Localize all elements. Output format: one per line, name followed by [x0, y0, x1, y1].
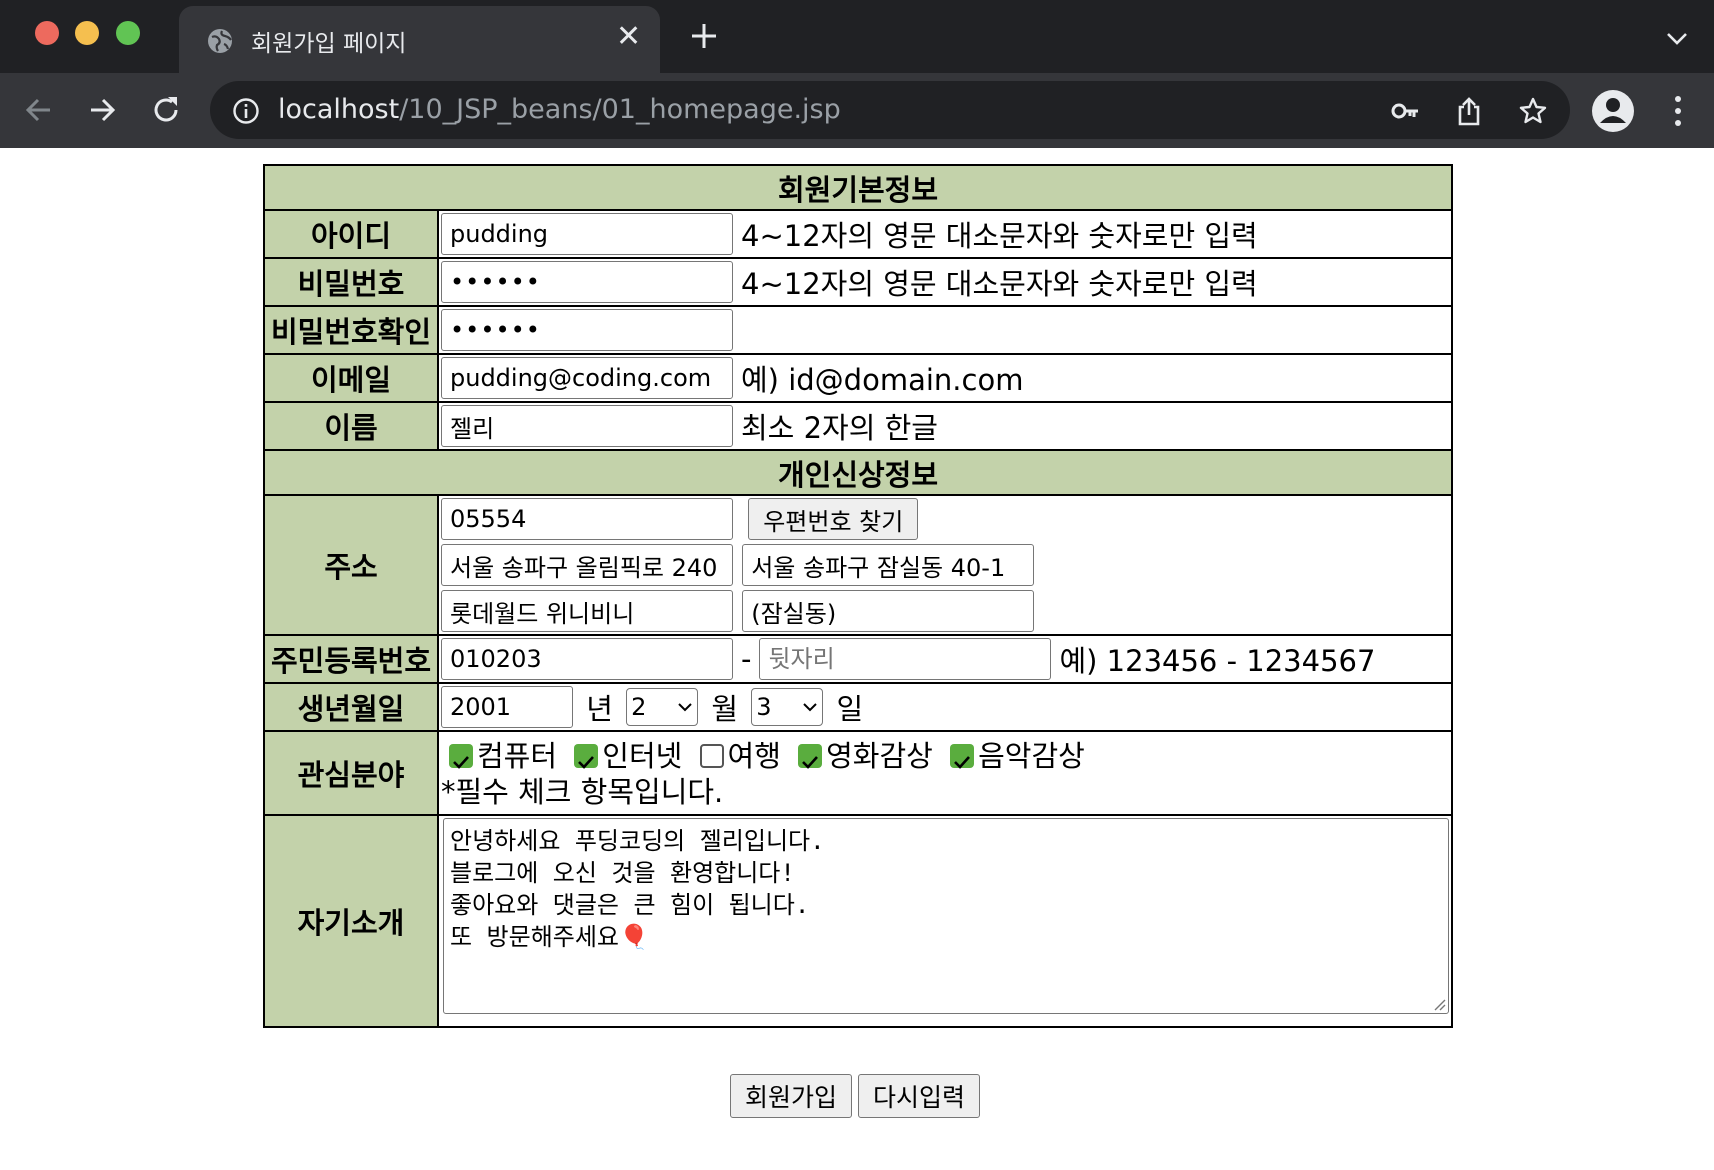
interest-checkbox-travel[interactable] — [699, 744, 724, 768]
browser-tab[interactable]: 회원가입 페이지 ✕ — [179, 6, 660, 73]
label-birth: 생년월일 — [263, 682, 439, 732]
interest-options: 컴퓨터 인터넷 여행 영화감상 음악감상 — [441, 734, 1451, 774]
password-hint: 4~12자의 영문 대소문자와 숫자로만 입력 — [741, 267, 1258, 301]
interest-checkbox-movie[interactable] — [798, 744, 823, 769]
bookmark-star-icon[interactable] — [1518, 96, 1548, 126]
year-suffix: 년 — [586, 692, 613, 726]
section-basic-info: 회원기본정보 — [263, 164, 1453, 211]
label-password: 비밀번호 — [263, 257, 439, 307]
month-suffix: 월 — [711, 692, 739, 726]
chevron-down-icon — [803, 703, 817, 712]
url-text: localhost/10_JSP_beans/01_homepage.jsp — [278, 94, 841, 125]
browser-tab-bar: 회원가입 페이지 ✕ — [0, 0, 1714, 73]
interests-cell: 컴퓨터 인터넷 여행 영화감상 음악감상 *필수 체크 항목입니다. — [437, 730, 1453, 816]
address-bar[interactable]: localhost/10_JSP_beans/01_homepage.jsp — [210, 81, 1570, 139]
label-name: 이름 — [263, 401, 439, 451]
birth-day-select[interactable]: 3 — [751, 688, 824, 726]
label-email: 이메일 — [263, 353, 439, 403]
address-cell: 우편번호 찾기 — [437, 494, 1453, 636]
new-tab-icon[interactable] — [688, 20, 720, 52]
section-personal-info: 개인신상정보 — [263, 449, 1453, 496]
email-hint: 예) id@domain.com — [741, 363, 1024, 397]
extra-address-input[interactable] — [742, 590, 1035, 632]
name-cell: 최소 2자의 한글 — [437, 401, 1453, 451]
ssn-cell: - 예) 123456 - 1234567 — [437, 634, 1453, 684]
label-ssn: 주민등록번호 — [263, 634, 439, 684]
interest-checkbox-music[interactable] — [950, 744, 975, 769]
interest-checkbox-computer[interactable] — [449, 744, 473, 769]
profile-avatar[interactable] — [1592, 90, 1634, 132]
password-confirm-cell — [437, 305, 1453, 355]
key-icon[interactable] — [1390, 96, 1420, 126]
password-confirm-input[interactable] — [441, 309, 733, 351]
close-tab-icon[interactable]: ✕ — [616, 22, 641, 52]
id-hint: 4~12자의 영문 대소문자와 숫자로만 입력 — [741, 219, 1258, 253]
birth-cell: 년 2 월 3 일 — [437, 682, 1453, 732]
close-window-button[interactable] — [35, 21, 59, 45]
resize-handle-icon[interactable] — [1430, 995, 1446, 1011]
road-address-input[interactable] — [441, 544, 733, 586]
birth-day-value: 3 — [756, 693, 772, 721]
tab-title: 회원가입 페이지 — [251, 31, 407, 57]
intro-cell: 안녕하세요 푸딩코딩의 젤리입니다. 블로그에 오신 것을 환영합니다! 좋아요… — [437, 814, 1453, 1028]
birth-year-input[interactable] — [441, 686, 573, 728]
reset-button[interactable]: 다시입력 — [858, 1074, 981, 1118]
ssn-back-input[interactable] — [759, 638, 1052, 680]
ssn-dash: - — [741, 642, 752, 676]
submit-button[interactable]: 회원가입 — [730, 1074, 853, 1118]
reload-icon[interactable] — [149, 93, 183, 127]
interest-label-travel: 여행 — [727, 739, 781, 773]
password-cell: 4~12자의 영문 대소문자와 숫자로만 입력 — [437, 257, 1453, 307]
check-icon — [954, 756, 971, 769]
chevron-down-icon[interactable] — [1664, 28, 1690, 48]
person-icon — [1600, 98, 1626, 123]
label-password-confirm: 비밀번호확인 — [263, 305, 439, 355]
signup-form-table: 회원기본정보 아이디 4~12자의 영문 대소문자와 숫자로만 입력 비밀번호 … — [263, 164, 1453, 1028]
minimize-window-button[interactable] — [75, 21, 99, 45]
site-info-icon[interactable] — [232, 97, 260, 125]
name-input[interactable] — [441, 405, 733, 447]
name-hint: 최소 2자의 한글 — [741, 411, 938, 445]
id-cell: 4~12자의 영문 대소문자와 숫자로만 입력 — [437, 209, 1453, 259]
interest-label-movie: 영화감상 — [826, 739, 933, 773]
forward-arrow-icon[interactable] — [85, 93, 119, 127]
maximize-window-button[interactable] — [116, 21, 140, 45]
label-interests: 관심분야 — [263, 730, 439, 816]
url-host: localhost — [278, 94, 400, 125]
password-input[interactable] — [441, 261, 733, 303]
jibun-address-input[interactable] — [742, 544, 1035, 586]
more-menu-icon[interactable] — [1672, 93, 1684, 129]
check-icon — [453, 756, 469, 769]
back-arrow-icon[interactable] — [22, 93, 56, 127]
share-icon[interactable] — [1454, 96, 1484, 126]
find-zipcode-button[interactable]: 우편번호 찾기 — [748, 498, 919, 540]
chevron-down-icon — [678, 703, 692, 712]
check-icon — [802, 756, 819, 769]
ssn-hint: 예) 123456 - 1234567 — [1059, 644, 1376, 678]
url-path: /10_JSP_beans/01_homepage.jsp — [399, 94, 841, 125]
zipcode-input[interactable] — [441, 498, 733, 540]
form-actions: 회원가입 다시입력 — [730, 1074, 986, 1118]
day-suffix: 일 — [836, 692, 864, 726]
check-icon — [578, 756, 595, 769]
ssn-front-input[interactable] — [441, 638, 733, 680]
interest-label-computer: 컴퓨터 — [477, 739, 558, 773]
interests-required-note: *필수 체크 항목입니다. — [441, 775, 724, 809]
globe-icon — [208, 29, 232, 53]
browser-toolbar: localhost/10_JSP_beans/01_homepage.jsp — [0, 73, 1714, 148]
detail-address-input[interactable] — [441, 590, 733, 632]
intro-textarea[interactable]: 안녕하세요 푸딩코딩의 젤리입니다. 블로그에 오신 것을 환영합니다! 좋아요… — [443, 818, 1449, 1014]
interest-checkbox-internet[interactable] — [574, 744, 599, 769]
intro-text: 안녕하세요 푸딩코딩의 젤리입니다. 블로그에 오신 것을 환영합니다! 좋아요… — [450, 827, 825, 951]
interest-label-music: 음악감상 — [978, 739, 1085, 773]
id-input[interactable] — [441, 213, 733, 255]
label-id: 아이디 — [263, 209, 439, 259]
label-intro: 자기소개 — [263, 814, 439, 1028]
interest-label-internet: 인터넷 — [602, 739, 683, 773]
birth-month-value: 2 — [631, 693, 647, 721]
email-input[interactable] — [441, 357, 733, 399]
label-address: 주소 — [263, 494, 439, 636]
email-cell: 예) id@domain.com — [437, 353, 1453, 403]
birth-month-select[interactable]: 2 — [626, 688, 699, 726]
